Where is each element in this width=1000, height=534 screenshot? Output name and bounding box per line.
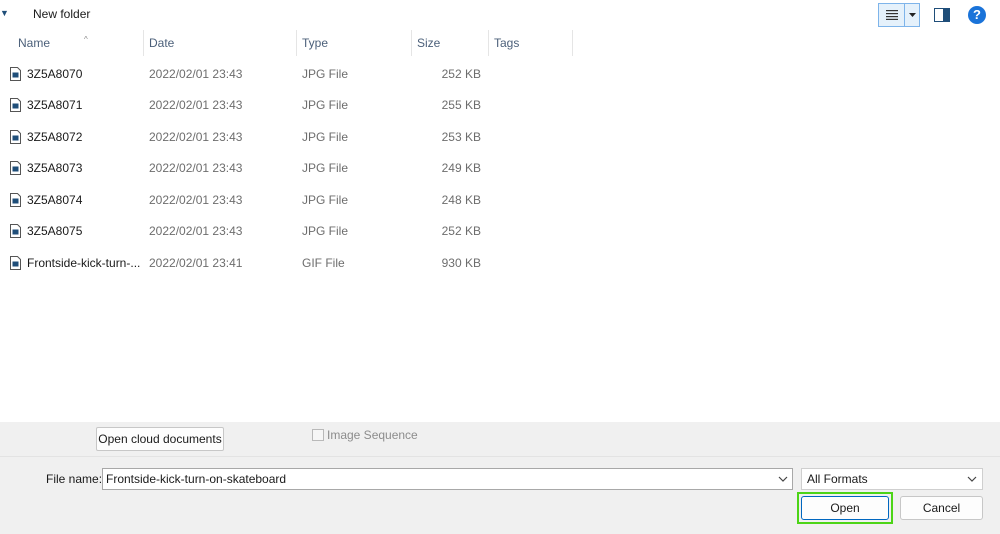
file-row[interactable]: Frontside-kick-turn-... 2022/02/01 23:41…	[0, 248, 620, 278]
file-type: JPG File	[302, 130, 349, 144]
open-button[interactable]: Open	[801, 496, 889, 520]
file-name-value: Frontside-kick-turn-on-skateboard	[106, 472, 287, 486]
file-row[interactable]: 3Z5A8071 2022/02/01 23:43 JPG File 255 K…	[0, 90, 620, 120]
file-format-select[interactable]: All Formats	[801, 468, 983, 490]
image-sequence-checkbox[interactable]	[312, 429, 324, 441]
organize-dropdown-caret-icon[interactable]: ▼	[0, 8, 10, 20]
column-header-row: ^ Name Date Type Size Tags	[0, 30, 1000, 56]
open-button-highlight: Open	[797, 492, 893, 524]
view-options-group	[878, 3, 920, 27]
file-row[interactable]: 3Z5A8072 2022/02/01 23:43 JPG File 253 K…	[0, 122, 620, 152]
image-file-icon	[10, 161, 21, 175]
help-icon[interactable]: ?	[968, 6, 986, 24]
column-header-tags[interactable]: Tags	[488, 30, 573, 56]
file-date: 2022/02/01 23:43	[149, 193, 243, 207]
file-size: 930 KB	[441, 256, 481, 270]
column-header-tags-label: Tags	[494, 36, 520, 50]
column-header-date[interactable]: Date	[143, 30, 297, 56]
image-file-icon	[10, 130, 21, 144]
file-size: 248 KB	[441, 193, 481, 207]
image-file-icon	[10, 256, 21, 270]
file-type: JPG File	[302, 193, 349, 207]
file-size: 252 KB	[441, 224, 481, 238]
file-name-label: File name:	[46, 472, 103, 486]
open-cloud-documents-button[interactable]: Open cloud documents	[96, 427, 224, 451]
view-dropdown-button[interactable]	[905, 4, 919, 26]
file-type: JPG File	[302, 161, 349, 175]
file-name: 3Z5A8073	[27, 161, 83, 175]
details-view-button[interactable]	[879, 4, 905, 26]
file-type: GIF File	[302, 256, 345, 270]
column-header-name[interactable]: ^ Name	[12, 30, 144, 56]
column-header-size[interactable]: Size	[411, 30, 489, 56]
file-format-value: All Formats	[807, 472, 868, 486]
image-file-icon	[10, 224, 21, 238]
chevron-down-icon[interactable]	[778, 474, 788, 484]
column-header-name-label: Name	[18, 36, 51, 50]
image-file-icon	[10, 193, 21, 207]
file-name: 3Z5A8074	[27, 193, 83, 207]
sort-ascending-icon: ^	[84, 35, 88, 44]
footer-divider	[0, 456, 1000, 457]
column-header-type[interactable]: Type	[296, 30, 412, 56]
preview-pane-icon[interactable]	[934, 8, 950, 22]
file-date: 2022/02/01 23:43	[149, 130, 243, 144]
file-size: 253 KB	[441, 130, 481, 144]
file-type: JPG File	[302, 224, 349, 238]
file-type: JPG File	[302, 67, 349, 81]
file-row[interactable]: 3Z5A8074 2022/02/01 23:43 JPG File 248 K…	[0, 185, 620, 215]
file-name: 3Z5A8070	[27, 67, 83, 81]
new-folder-button[interactable]: New folder	[33, 7, 90, 21]
toolbar: ▼ New folder ?	[0, 0, 1000, 30]
file-date: 2022/02/01 23:43	[149, 224, 243, 238]
file-date: 2022/02/01 23:43	[149, 161, 243, 175]
image-file-icon	[10, 98, 21, 112]
file-size: 252 KB	[441, 67, 481, 81]
column-header-type-label: Type	[302, 36, 329, 50]
column-header-size-label: Size	[417, 36, 441, 50]
file-name: 3Z5A8075	[27, 224, 83, 238]
file-type: JPG File	[302, 98, 349, 112]
file-row[interactable]: 3Z5A8075 2022/02/01 23:43 JPG File 252 K…	[0, 216, 620, 246]
file-date: 2022/02/01 23:43	[149, 98, 243, 112]
file-size: 249 KB	[441, 161, 481, 175]
column-header-date-label: Date	[149, 36, 175, 50]
file-date: 2022/02/01 23:43	[149, 67, 243, 81]
file-name-input[interactable]: Frontside-kick-turn-on-skateboard	[102, 468, 793, 490]
chevron-down-icon	[967, 476, 977, 482]
cancel-button[interactable]: Cancel	[900, 496, 983, 520]
file-name: 3Z5A8071	[27, 98, 83, 112]
image-sequence-label: Image Sequence	[327, 428, 418, 442]
image-sequence-option: Image Sequence	[312, 428, 418, 442]
file-name: 3Z5A8072	[27, 130, 83, 144]
file-name: Frontside-kick-turn-...	[27, 256, 141, 270]
file-size: 255 KB	[441, 98, 481, 112]
list-view-icon	[885, 10, 898, 20]
file-row[interactable]: 3Z5A8070 2022/02/01 23:43 JPG File 252 K…	[0, 59, 620, 89]
file-date: 2022/02/01 23:41	[149, 256, 243, 270]
image-file-icon	[10, 67, 21, 81]
file-row[interactable]: 3Z5A8073 2022/02/01 23:43 JPG File 249 K…	[0, 153, 620, 183]
chevron-down-icon	[908, 13, 916, 17]
